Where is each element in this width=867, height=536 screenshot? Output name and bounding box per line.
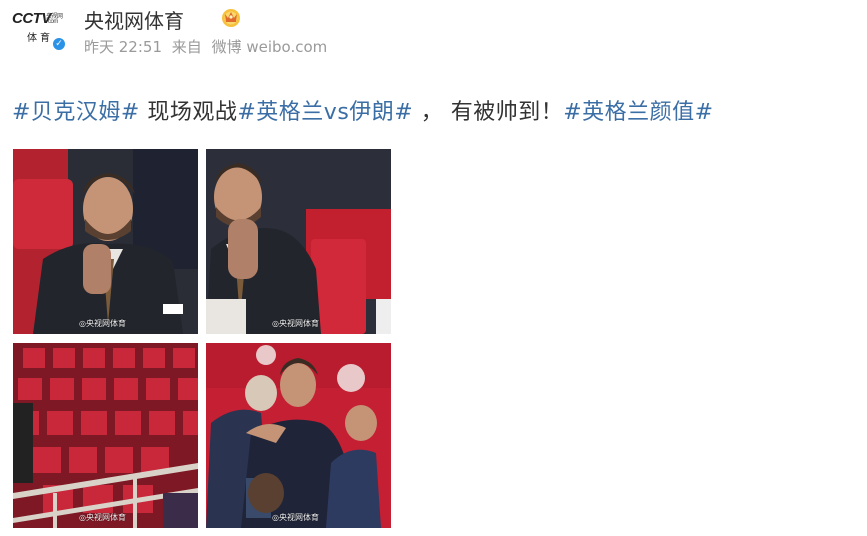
photo-3-watermark: ◎央视网体育 [79, 513, 126, 522]
post-content: #贝克汉姆# 现场观战#英格兰vs伊朗# ， 有被帅到！#英格兰颜值# [12, 94, 714, 126]
photo-4-image [206, 343, 391, 528]
photo-1-image [13, 149, 198, 334]
post-from-label: 来自 [171, 38, 202, 56]
post-time[interactable]: 昨天 22:51 [84, 38, 162, 56]
photo-4-watermark: ◎央视网体育 [272, 513, 319, 522]
avatar[interactable]: CCTV 央视网 com 体育 ✓ [12, 6, 67, 54]
post-meta: 昨天 22:51 来自 微博 weibo.com [84, 36, 332, 57]
hashtag-england-iran[interactable]: #英格兰vs伊朗# [237, 100, 413, 125]
photo-2[interactable]: ◎央视网体育 [206, 149, 391, 334]
author-name[interactable]: 央视网体育 [84, 5, 184, 34]
photo-4[interactable]: ◎央视网体育 [206, 343, 391, 528]
hashtag-beckham[interactable]: #贝克汉姆# [12, 100, 140, 125]
photo-2-watermark: ◎央视网体育 [272, 319, 319, 328]
photo-3[interactable]: ◎央视网体育 [13, 343, 198, 528]
photo-2-image [206, 149, 391, 334]
hashtag-england-looks[interactable]: #英格兰颜值# [563, 100, 713, 125]
post-text-2: ， 有被帅到！ [413, 100, 564, 125]
photo-1[interactable]: ◎央视网体育 [13, 149, 198, 334]
image-grid: ◎央视网体育 ◎央视网体育 ◎央视网体育 ◎央视网体育 [13, 149, 393, 529]
logo-subtitle: 体育 [27, 33, 53, 44]
post-source[interactable]: 微博 weibo.com [212, 38, 328, 56]
photo-1-watermark: ◎央视网体育 [79, 319, 126, 328]
photo-3-image [13, 343, 198, 528]
crown-icon[interactable] [220, 6, 242, 28]
verified-badge-icon: ✓ [51, 36, 67, 52]
post-text-1: 现场观战 [139, 100, 238, 125]
cctv-logo: CCTV 央视网 com [12, 10, 63, 27]
